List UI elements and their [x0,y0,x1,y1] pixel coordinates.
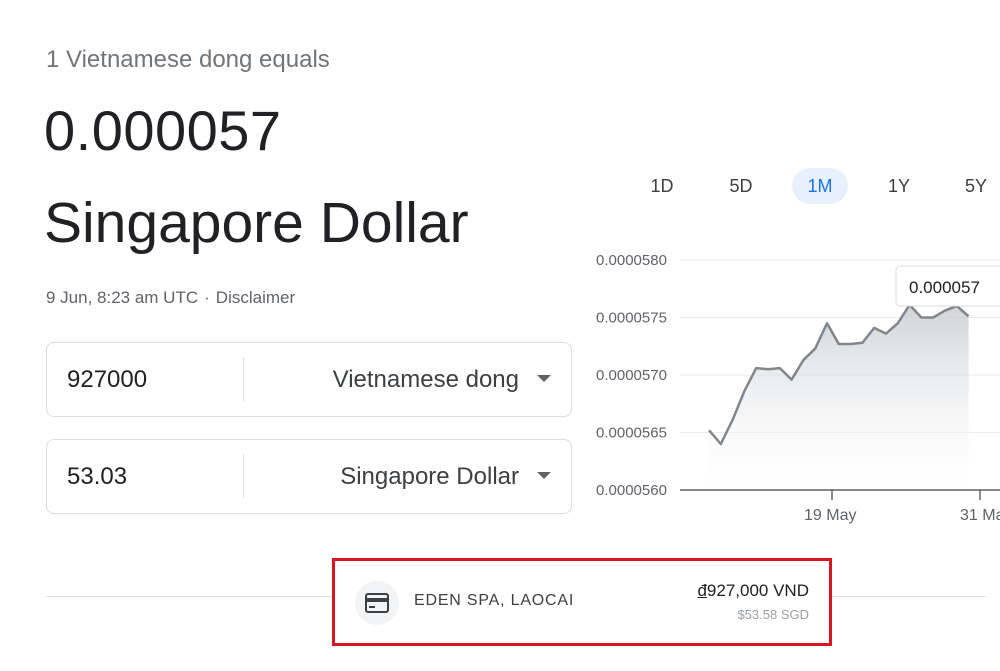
equals-line: 1 Vietnamese dong equals [46,46,330,73]
target-currency-name: Singapore Dollar [44,191,469,255]
range-tab-5y[interactable]: 5Y [956,168,1000,204]
to-currency-select[interactable]: Singapore Dollar [340,440,519,513]
y-tick-label: 0.0000575 [596,310,667,327]
rate-chart[interactable]: 0.0000580 0.0000575 0.0000570 0.0000565 0.00… [580,236,1000,536]
range-tab-1m[interactable]: 1M [792,168,848,204]
tooltip-value: 0.000057 [909,278,980,297]
range-tab-1y[interactable]: 1Y [876,168,922,204]
vnd-amount: 927,000 VND [706,581,809,600]
x-tick-label: 31 May [960,507,1000,524]
x-tick-label: 19 May [804,507,856,524]
range-tab-1d[interactable]: 1D [640,168,684,204]
divider [243,357,244,401]
vnd-symbol: đ [697,581,707,600]
from-amount-input[interactable]: 927000 [67,343,237,416]
to-amount-input[interactable]: 53.03 [67,440,237,513]
to-converter: 53.03 Singapore Dollar [46,439,572,514]
from-currency-select[interactable]: Vietnamese dong [333,343,519,416]
y-tick-label: 0.0000580 [596,252,667,269]
rate-value: 0.000057 [44,99,282,162]
separator: · [204,288,210,307]
merchant-name: EDEN SPA, LAOCAI [414,592,575,609]
disclaimer-link[interactable]: Disclaimer [216,288,295,307]
from-converter: 927000 Vietnamese dong [46,342,572,417]
range-tab-5d[interactable]: 5D [717,168,765,204]
timestamp-line: 9 Jun, 8:23 am UTC · Disclaimer [46,288,295,308]
amount-sgd: $53.58 SGD [737,607,809,622]
y-tick-label: 0.0000570 [596,367,667,384]
amount-vnd: đ927,000 VND [697,581,809,601]
credit-card-icon [355,581,399,625]
transaction-card[interactable]: EDEN SPA, LAOCAI đ927,000 VND $53.58 SGD [332,558,832,646]
chevron-down-icon[interactable] [537,472,551,479]
chart-area [709,304,969,490]
y-tick-label: 0.0000565 [596,425,667,442]
divider [243,454,244,498]
y-tick-label: 0.0000560 [596,482,667,499]
chevron-down-icon[interactable] [537,375,551,382]
chart-tooltip: 0.000057 [895,265,1000,307]
timestamp: 9 Jun, 8:23 am UTC [46,288,199,307]
